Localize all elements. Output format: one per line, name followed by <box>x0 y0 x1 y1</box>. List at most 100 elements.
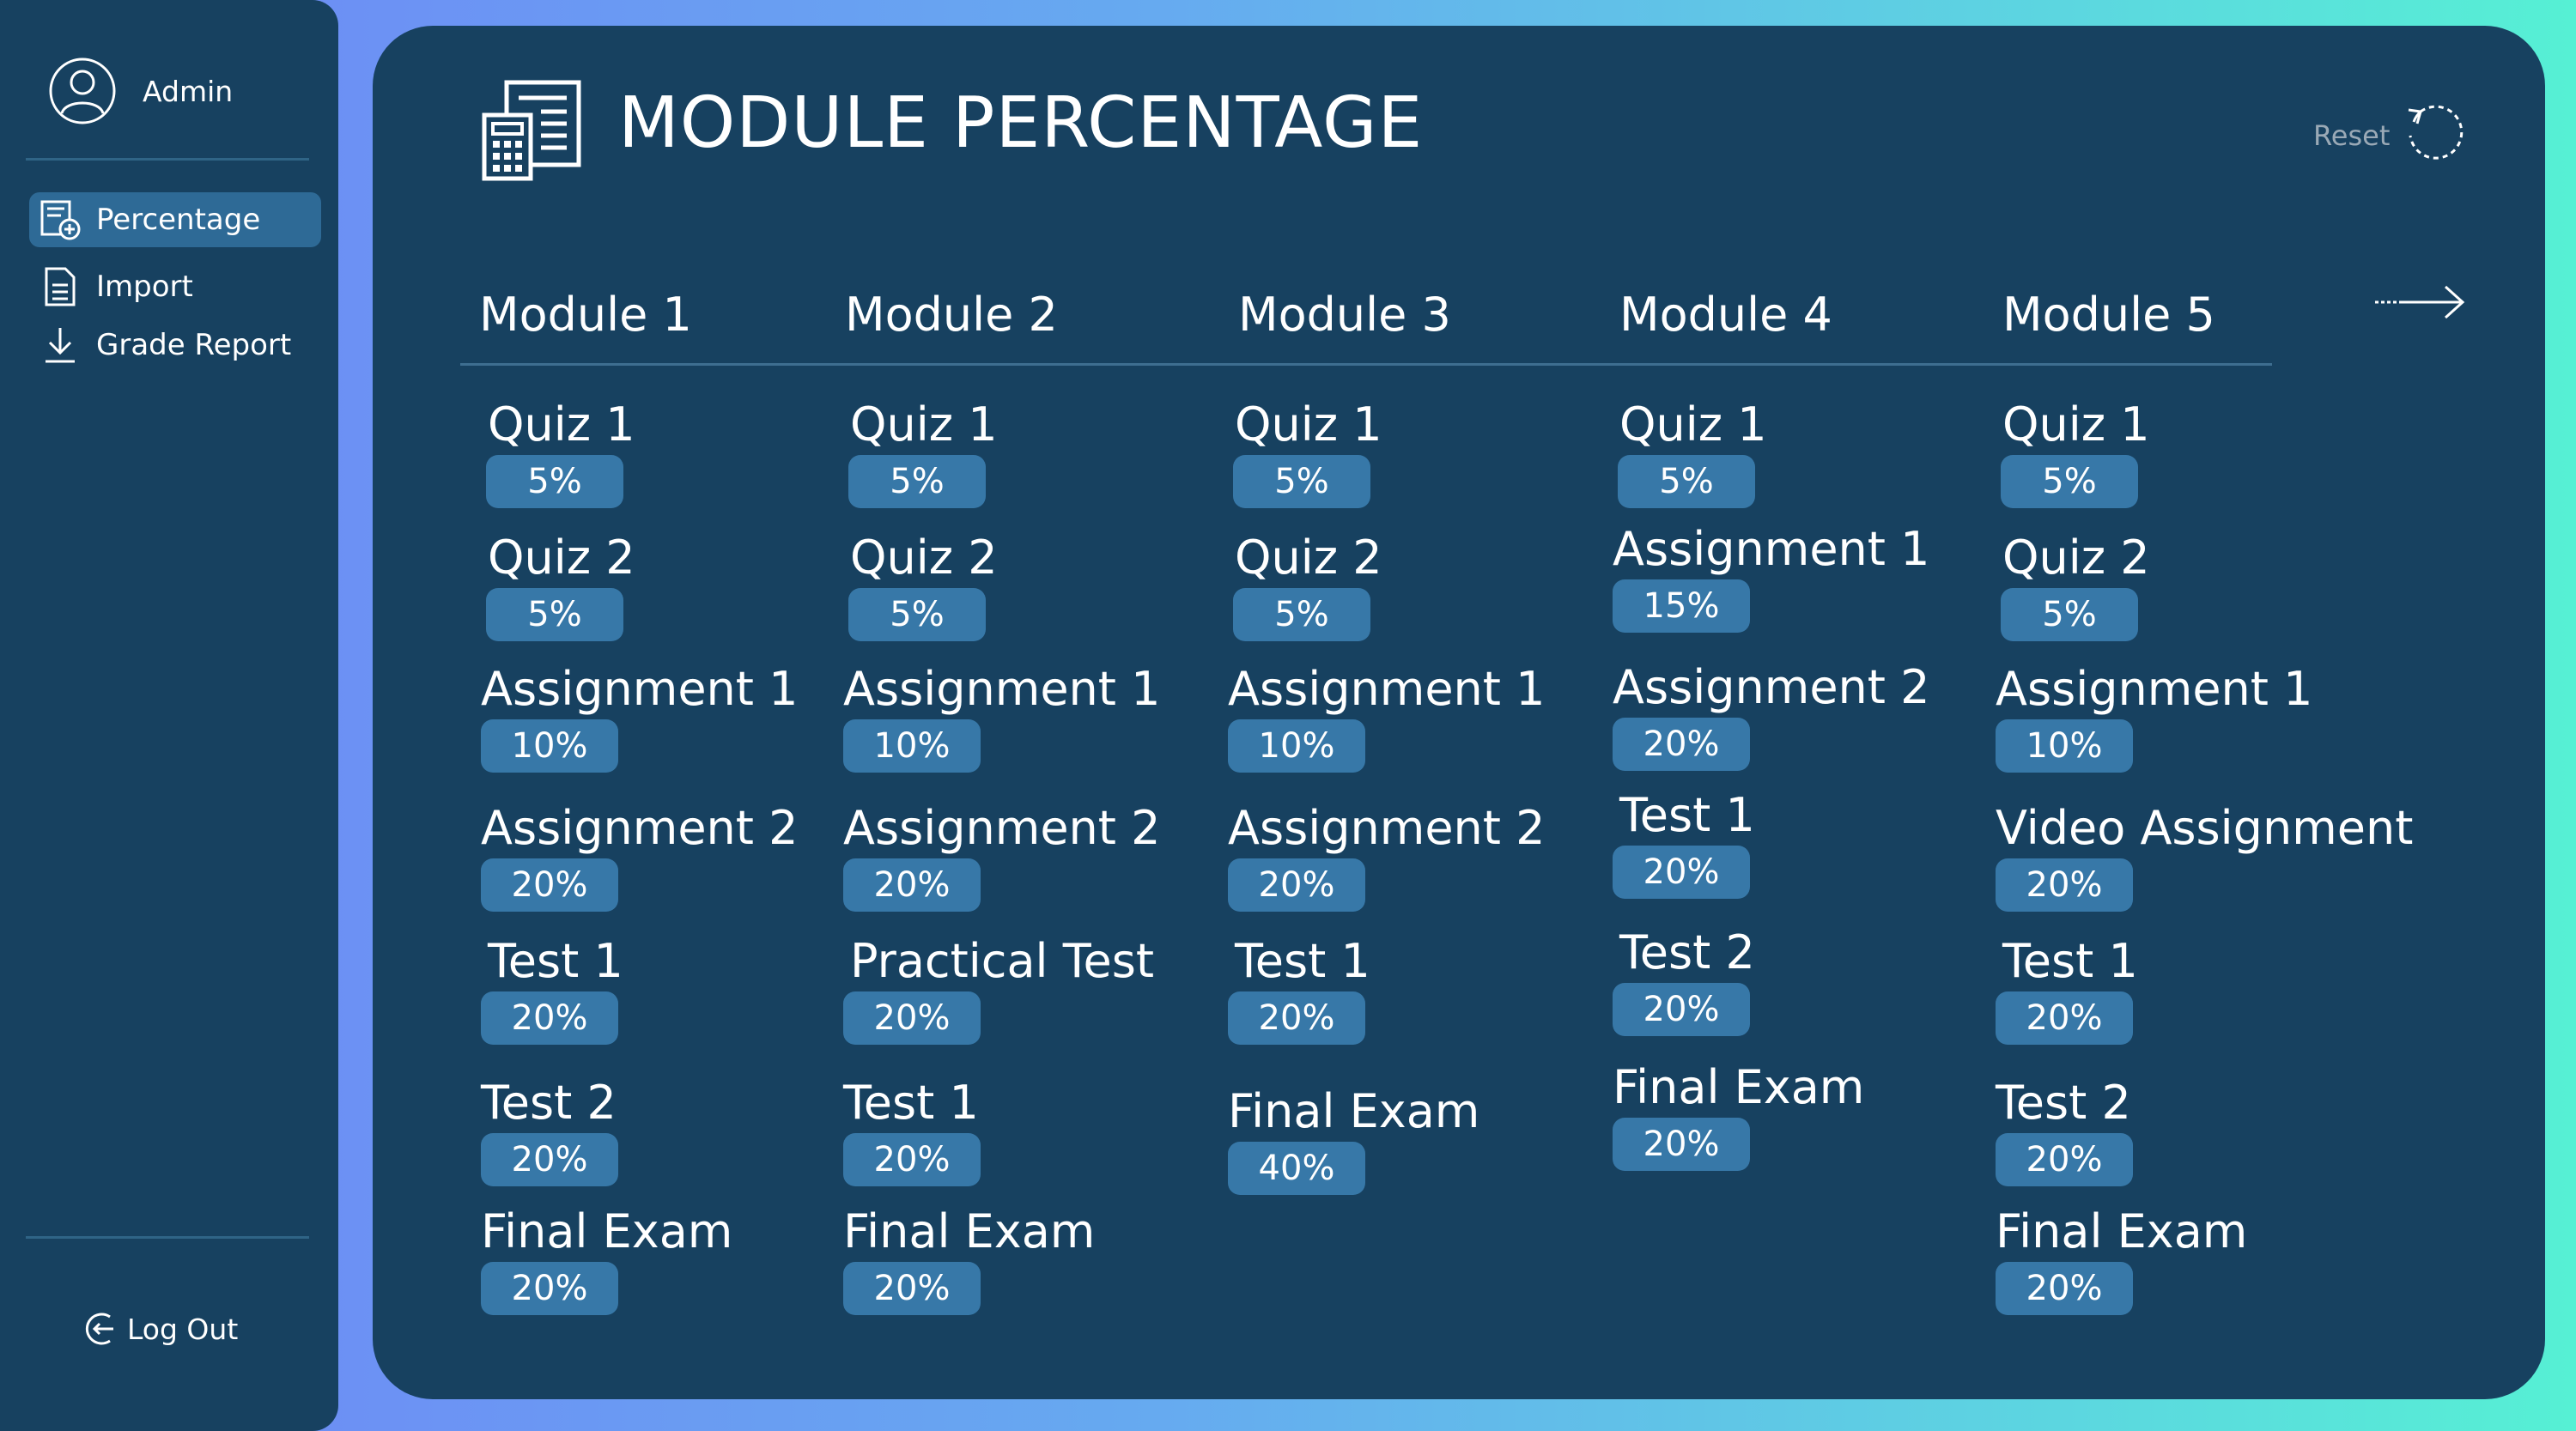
assessment-item: Quiz 2 5% <box>843 528 998 641</box>
assessment-name: Test 2 <box>1996 1076 2131 1130</box>
assessment-item: Quiz 2 5% <box>1996 528 2150 641</box>
percentage-pill[interactable]: 20% <box>1996 858 2133 912</box>
sidebar-item-import[interactable]: Import <box>29 259 321 314</box>
assessment-item: Test 2 20% <box>1996 1073 2133 1186</box>
percentage-pill[interactable]: 20% <box>1613 846 1750 899</box>
next-arrow-icon[interactable] <box>2373 283 2468 326</box>
assessment-name: Assignment 1 <box>481 662 799 716</box>
logout-button[interactable]: Log Out <box>84 1310 238 1348</box>
percentage-pill[interactable]: 5% <box>2001 588 2138 641</box>
percentage-icon <box>36 198 84 241</box>
percentage-pill[interactable]: 20% <box>1228 858 1365 912</box>
assessment-item: Assignment 2 20% <box>843 798 1160 912</box>
assessment-item: Final Exam 20% <box>1613 1058 1864 1171</box>
reset-icon <box>2409 105 2464 160</box>
percentage-pill[interactable]: 15% <box>1613 579 1750 633</box>
percentage-pill[interactable]: 5% <box>1618 455 1755 508</box>
percentage-pill[interactable]: 20% <box>1996 991 2133 1045</box>
page-title: MODULE PERCENTAGE <box>618 82 1424 164</box>
assessment-item: Final Exam 20% <box>843 1202 1095 1315</box>
percentage-pill[interactable]: 20% <box>1996 1133 2133 1186</box>
assessment-name: Assignment 1 <box>843 662 1161 716</box>
assessment-name: Assignment 2 <box>843 801 1161 855</box>
percentage-pill[interactable]: 20% <box>1996 1262 2133 1315</box>
reset-button[interactable]: Reset <box>2313 101 2470 170</box>
reset-label: Reset <box>2313 119 2391 152</box>
percentage-pill[interactable]: 10% <box>843 719 981 773</box>
module-header: Module 2 <box>845 288 1058 342</box>
header-divider <box>460 363 2272 366</box>
assessment-name: Assignment 1 <box>1228 662 1546 716</box>
sidebar-item-label: Grade Report <box>96 328 292 362</box>
percentage-pill[interactable]: 5% <box>1233 588 1370 641</box>
assessment-name: Quiz 2 <box>488 531 635 585</box>
percentage-pill[interactable]: 40% <box>1228 1142 1365 1195</box>
module-header: Module 4 <box>1619 288 1832 342</box>
percentage-pill[interactable]: 5% <box>486 588 623 641</box>
assessment-item: Assignment 1 10% <box>1228 659 1545 773</box>
percentage-pill[interactable]: 20% <box>481 858 618 912</box>
document-icon <box>36 266 84 307</box>
percentage-pill[interactable]: 5% <box>2001 455 2138 508</box>
assessment-item: Quiz 2 5% <box>1228 528 1382 641</box>
percentage-pill[interactable]: 20% <box>1613 983 1750 1036</box>
assessment-name: Test 1 <box>2002 934 2138 988</box>
assessment-item: Quiz 1 5% <box>481 395 635 508</box>
assessment-name: Quiz 1 <box>850 397 998 452</box>
assessment-name: Assignment 2 <box>1613 660 1930 714</box>
assessment-name: Practical Test <box>850 934 1155 988</box>
percentage-pill[interactable]: 20% <box>843 1133 981 1186</box>
sidebar-item-percentage[interactable]: Percentage <box>29 192 321 247</box>
percentage-pill[interactable]: 10% <box>1228 719 1365 773</box>
module-header: Module 1 <box>479 288 692 342</box>
assessment-item: Test 1 20% <box>843 1073 981 1186</box>
percentage-pill[interactable]: 20% <box>843 1262 981 1315</box>
percentage-pill[interactable]: 20% <box>481 991 618 1045</box>
percentage-pill[interactable]: 10% <box>481 719 618 773</box>
percentage-pill[interactable]: 5% <box>1233 455 1370 508</box>
percentage-pill[interactable]: 20% <box>481 1133 618 1186</box>
percentage-pill[interactable]: 5% <box>486 455 623 508</box>
sidebar-divider <box>26 158 309 161</box>
assessment-name: Quiz 1 <box>1619 397 1767 452</box>
assessment-item: Assignment 2 20% <box>1613 658 1929 771</box>
assessment-name: Quiz 1 <box>488 397 635 452</box>
assessment-item: Quiz 1 5% <box>1996 395 2150 508</box>
assessment-name: Quiz 2 <box>2002 531 2150 585</box>
assessment-item: Quiz 1 5% <box>1228 395 1382 508</box>
assessment-name: Final Exam <box>1228 1084 1480 1138</box>
assessment-item: Test 1 20% <box>481 931 623 1045</box>
assessment-item: Assignment 1 15% <box>1613 519 1929 633</box>
assessment-item: Practical Test 20% <box>843 931 1154 1045</box>
logout-icon <box>85 1313 113 1345</box>
user-name: Admin <box>143 74 234 108</box>
assessment-item: Test 1 20% <box>1996 931 2138 1045</box>
assessment-item: Quiz 2 5% <box>481 528 635 641</box>
assessment-name: Final Exam <box>1996 1204 2248 1258</box>
percentage-pill[interactable]: 5% <box>848 588 986 641</box>
assessment-name: Quiz 1 <box>1235 397 1382 452</box>
assessment-item: Video Assignment 20% <box>1996 798 2413 912</box>
assessment-name: Assignment 2 <box>481 801 799 855</box>
assessment-item: Quiz 1 5% <box>1613 395 1767 508</box>
assessment-name: Test 2 <box>1619 925 1755 979</box>
percentage-pill[interactable]: 20% <box>1613 718 1750 771</box>
assessment-name: Test 1 <box>488 934 623 988</box>
percentage-pill[interactable]: 20% <box>481 1262 618 1315</box>
percentage-pill[interactable]: 20% <box>843 858 981 912</box>
percentage-pill[interactable]: 5% <box>848 455 986 508</box>
assessment-item: Quiz 1 5% <box>843 395 998 508</box>
percentage-pill[interactable]: 20% <box>1613 1118 1750 1171</box>
percentage-pill[interactable]: 20% <box>843 991 981 1045</box>
sidebar: Admin Percentage Import Grade Report Log… <box>0 0 338 1431</box>
sidebar-item-grade-report[interactable]: Grade Report <box>29 318 321 373</box>
module-header: Module 3 <box>1238 288 1451 342</box>
assessment-name: Test 2 <box>481 1076 617 1130</box>
assessment-item: Final Exam 20% <box>1996 1202 2247 1315</box>
percentage-pill[interactable]: 20% <box>1228 991 1365 1045</box>
user-profile[interactable]: Admin <box>48 57 233 125</box>
percentage-pill[interactable]: 10% <box>1996 719 2133 773</box>
sidebar-divider <box>26 1236 309 1239</box>
logout-label: Log Out <box>127 1312 239 1346</box>
sidebar-item-label: Import <box>96 270 193 304</box>
